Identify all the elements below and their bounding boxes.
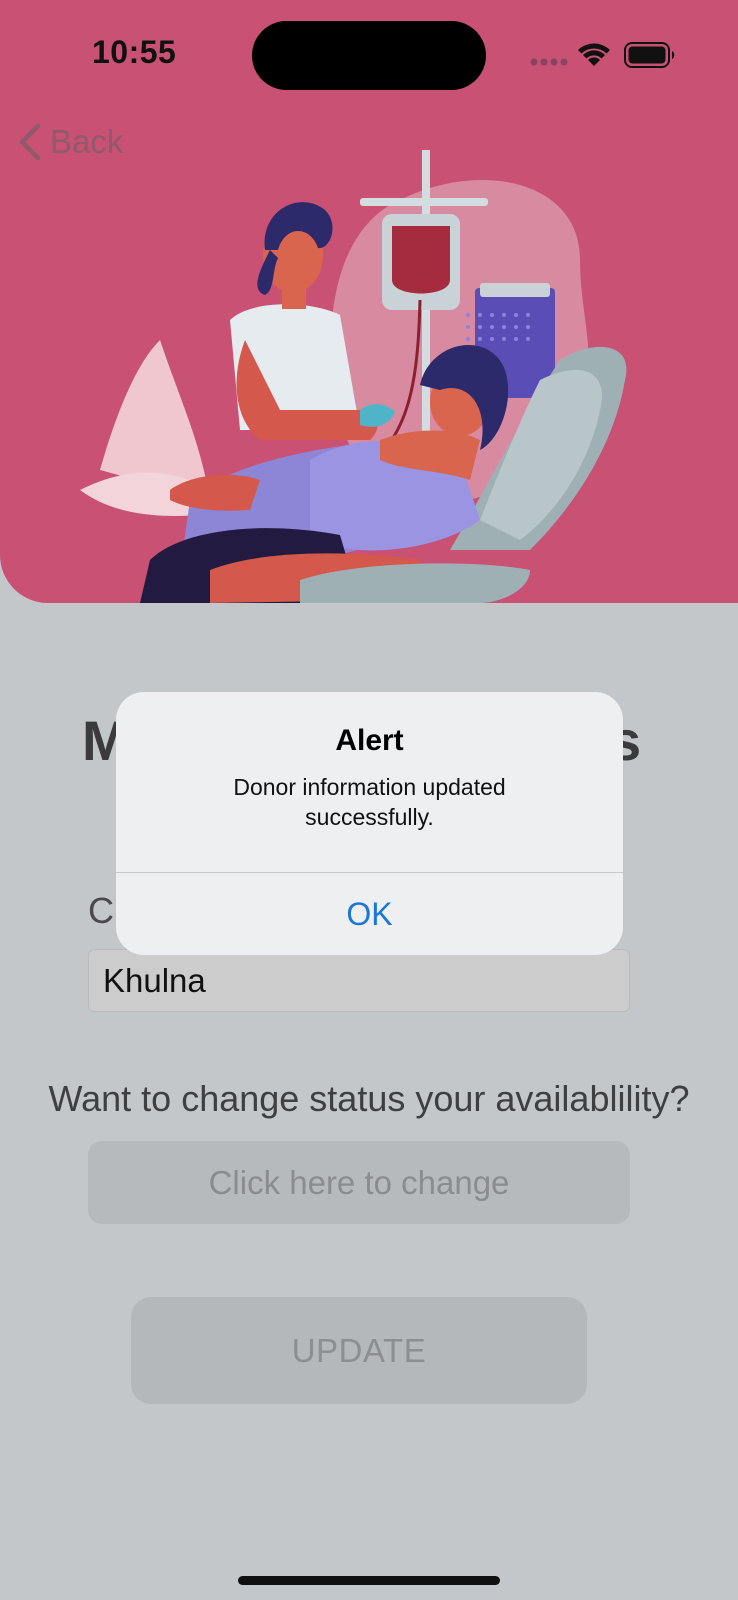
city-value: Khulna [103,961,206,999]
change-availability-button[interactable]: Click here to change [88,1141,630,1224]
update-button-label: UPDATE [291,1331,427,1369]
city-input[interactable]: Khulna [88,949,630,1012]
alert-dialog: Alert Donor information updated successf… [116,692,623,955]
alert-title: Alert [335,724,404,757]
home-indicator [238,1576,500,1585]
alert-ok-label: OK [346,895,393,932]
update-button[interactable]: UPDATE [131,1297,587,1404]
city-label: C [88,890,114,931]
alert-ok-button[interactable]: OK [116,873,623,955]
availability-question: Want to change status your availablility… [48,1078,690,1119]
change-availability-label: Click here to change [208,1163,510,1201]
alert-message: Donor information updated successfully. [233,774,506,830]
